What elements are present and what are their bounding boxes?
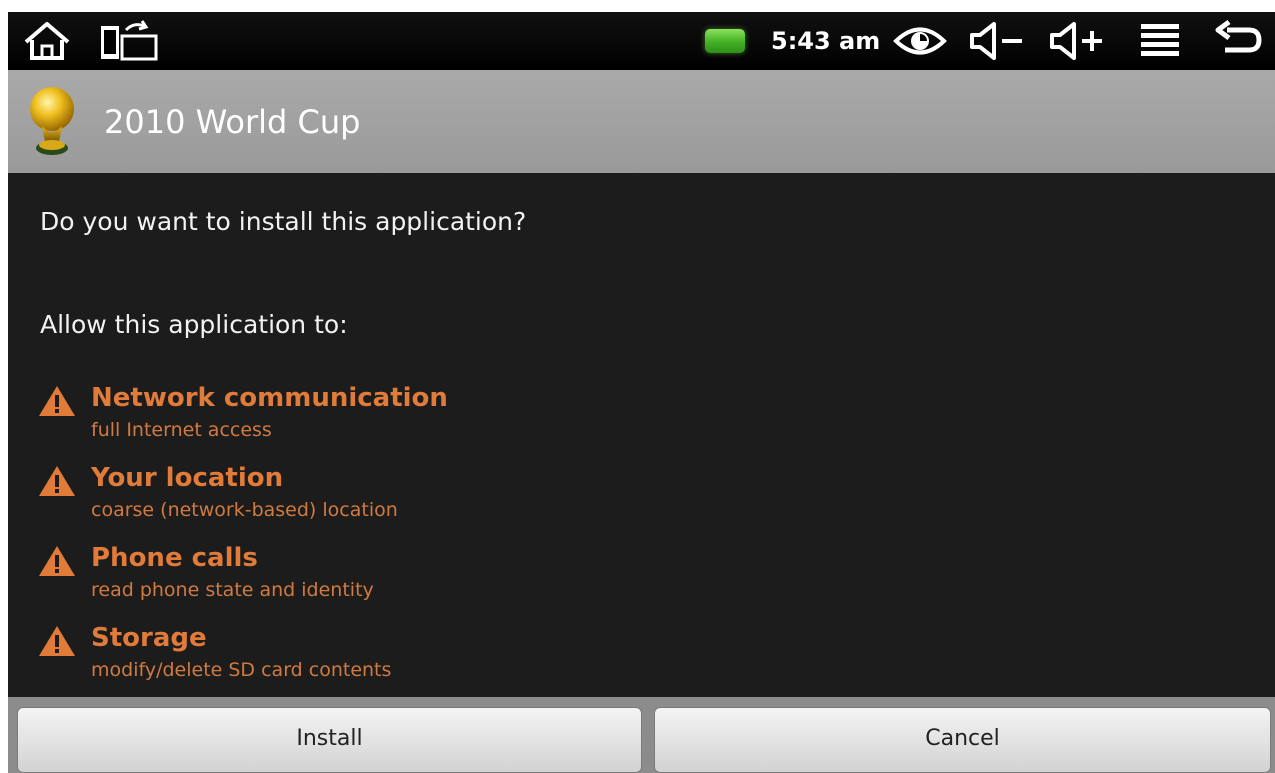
button-bar: Install Cancel <box>8 697 1275 773</box>
warning-icon <box>38 385 76 421</box>
permission-title: Network communication <box>91 383 448 413</box>
install-button[interactable]: Install <box>17 707 642 773</box>
permission-item: Phone calls read phone state and identit… <box>38 543 838 613</box>
permission-description: coarse (network-based) location <box>91 499 398 521</box>
menu-icon[interactable] <box>1138 20 1182 62</box>
dialog-title-bar: 2010 World Cup <box>8 70 1275 173</box>
battery-icon <box>705 29 745 53</box>
install-question: Do you want to install this application? <box>40 207 527 236</box>
app-name: 2010 World Cup <box>104 103 361 141</box>
permission-item: Storage modify/delete SD card contents <box>38 623 838 693</box>
permission-description: modify/delete SD card contents <box>91 659 392 681</box>
permission-description: read phone state and identity <box>91 579 374 601</box>
home-icon[interactable] <box>22 20 72 62</box>
status-time: 5:43 am <box>771 27 881 55</box>
warning-icon <box>38 545 76 581</box>
permission-description: full Internet access <box>91 419 272 441</box>
warning-icon <box>38 625 76 661</box>
permission-item: Network communication full Internet acce… <box>38 383 838 453</box>
volume-down-icon[interactable] <box>968 20 1028 62</box>
back-icon[interactable] <box>1213 20 1263 62</box>
permission-title: Phone calls <box>91 543 258 573</box>
volume-up-icon[interactable] <box>1048 20 1108 62</box>
permission-title: Storage <box>91 623 207 653</box>
warning-icon <box>38 465 76 501</box>
trophy-icon <box>25 82 87 166</box>
status-bar: 5:43 am <box>8 12 1275 70</box>
install-content[interactable]: Do you want to install this application?… <box>8 173 1275 697</box>
permission-title: Your location <box>91 463 284 493</box>
android-screen: 5:43 am 2010 World Cup Do you want to in… <box>8 12 1275 773</box>
permissions-heading: Allow this application to: <box>40 310 348 339</box>
switch-orientation-icon[interactable] <box>98 20 160 62</box>
permission-item: Your location coarse (network-based) loc… <box>38 463 838 533</box>
cancel-button[interactable]: Cancel <box>654 707 1271 773</box>
eye-icon[interactable] <box>893 20 947 62</box>
